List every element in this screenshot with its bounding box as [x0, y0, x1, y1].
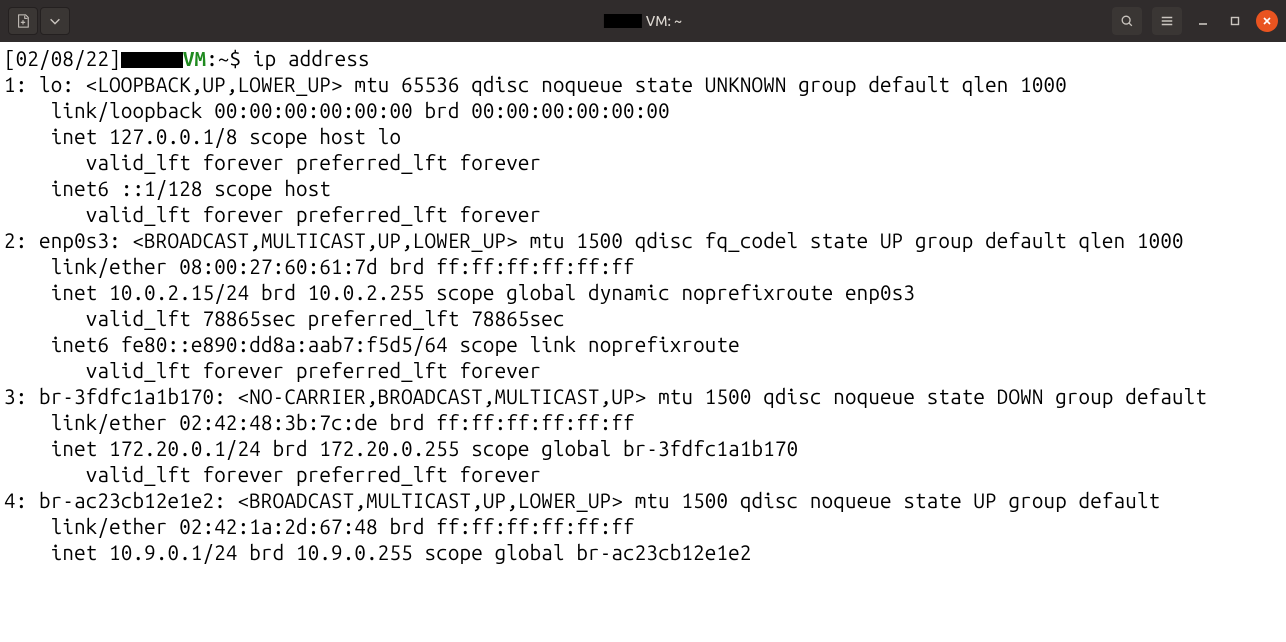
terminal-output-area[interactable]: [02/08/22] VM:~$ ip address 1: lo: <LOOPBA… — [0, 42, 1286, 570]
prompt-host: VM — [183, 47, 206, 70]
output-line: inet6 fe80::e890:dd8a:aab7:f5d5/64 scope… — [4, 333, 752, 356]
hamburger-menu-button[interactable] — [1152, 7, 1182, 35]
output-line: valid_lft forever preferred_lft forever — [4, 463, 541, 486]
close-button[interactable] — [1256, 10, 1278, 32]
window-titlebar: VM: ~ — [0, 0, 1286, 42]
titlebar-right-controls — [1112, 7, 1278, 35]
minimize-button[interactable] — [1192, 10, 1214, 32]
redacted-user — [121, 52, 183, 68]
output-line: valid_lft forever preferred_lft forever — [4, 203, 541, 226]
window-title: VM: ~ — [604, 13, 682, 29]
output-line: 4: br-ac23cb12e1e2: <BROADCAST,MULTICAST… — [4, 489, 1172, 512]
output-line: valid_lft forever preferred_lft forever — [4, 151, 541, 174]
titlebar-dropdown-button[interactable] — [40, 7, 70, 35]
titlebar-left-controls — [8, 7, 70, 35]
maximize-button[interactable] — [1224, 10, 1246, 32]
output-line: inet6 ::1/128 scope host — [4, 177, 343, 200]
output-line: inet 10.9.0.1/24 brd 10.9.0.255 scope gl… — [4, 541, 752, 564]
prompt-date: [02/08/22] — [4, 47, 121, 70]
output-line: link/ether 02:42:48:3b:7c:de brd ff:ff:f… — [4, 411, 635, 434]
output-line: link/loopback 00:00:00:00:00:00 brd 00:0… — [4, 99, 670, 122]
output-line: 2: enp0s3: <BROADCAST,MULTICAST,UP,LOWER… — [4, 229, 1184, 252]
prompt-command: ip address — [253, 47, 370, 70]
output-line: inet 127.0.0.1/8 scope host lo — [4, 125, 401, 148]
output-line: link/ether 02:42:1a:2d:67:48 brd ff:ff:f… — [4, 515, 635, 538]
search-button[interactable] — [1112, 7, 1142, 35]
new-tab-button[interactable] — [8, 7, 38, 35]
prompt-line: [02/08/22] VM:~$ ip address — [4, 46, 1282, 72]
redacted-username — [604, 14, 642, 28]
prompt-path: :~$ — [206, 47, 253, 70]
output-line: link/ether 08:00:27:60:61:7d brd ff:ff:f… — [4, 255, 635, 278]
output-line: 1: lo: <LOOPBACK,UP,LOWER_UP> mtu 65536 … — [4, 73, 1067, 96]
output-line: 3: br-3fdfc1a1b170: <NO-CARRIER,BROADCAS… — [4, 385, 1219, 408]
output-line: inet 172.20.0.1/24 brd 172.20.0.255 scop… — [4, 437, 798, 460]
output-line: valid_lft forever preferred_lft forever — [4, 359, 541, 382]
output-line: inet 10.0.2.15/24 brd 10.0.2.255 scope g… — [4, 281, 915, 304]
output-line: valid_lft 78865sec preferred_lft 78865se… — [4, 307, 565, 330]
window-title-text: VM: ~ — [646, 13, 682, 29]
